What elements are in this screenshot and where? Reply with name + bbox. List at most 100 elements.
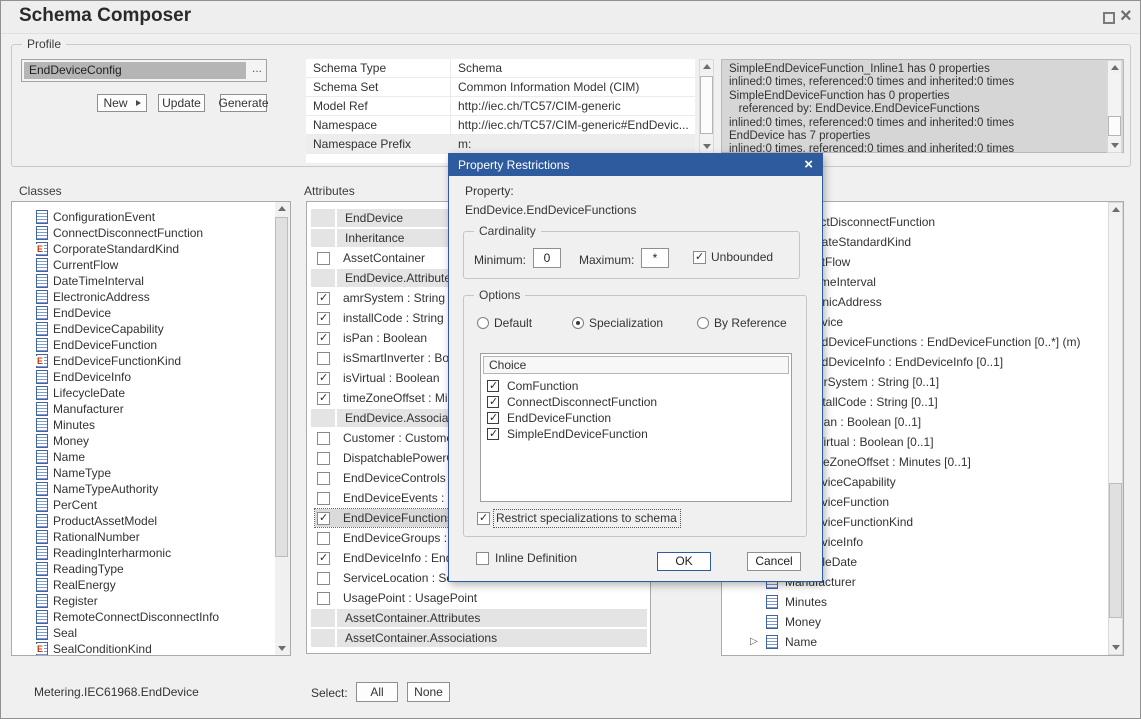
unbounded-checkbox[interactable] — [693, 251, 706, 264]
class-list-item[interactable]: NameType — [36, 465, 111, 481]
attribute-checkbox[interactable] — [317, 392, 330, 405]
class-list-item[interactable]: EndDeviceFunctionKind — [36, 353, 181, 369]
class-list-item[interactable]: SealConditionKind — [36, 641, 152, 656]
class-list-item[interactable]: RationalNumber — [36, 529, 140, 545]
scroll-thumb[interactable] — [1109, 483, 1122, 618]
generate-button[interactable]: Generate — [220, 94, 267, 112]
class-list-item[interactable]: ConfigurationEvent — [36, 209, 155, 225]
scroll-up-icon[interactable] — [1109, 203, 1122, 216]
class-list-item[interactable]: ElectronicAddress — [36, 289, 150, 305]
expand-arrow-icon[interactable]: ▷ — [750, 636, 758, 647]
scroll-thumb[interactable] — [1108, 116, 1121, 136]
profile-name-combo[interactable]: EndDeviceConfig ... — [21, 59, 267, 82]
radio-icon[interactable] — [697, 317, 709, 329]
attribute-checkbox[interactable] — [317, 532, 330, 545]
close-icon[interactable]: × — [1120, 2, 1132, 30]
class-list-item[interactable]: PerCent — [36, 497, 97, 513]
schema-table-scrollbar[interactable] — [699, 59, 714, 154]
radio-icon[interactable] — [477, 317, 489, 329]
class-list-item[interactable]: EndDeviceCapability — [36, 321, 164, 337]
class-list-item[interactable]: Register — [36, 593, 98, 609]
scroll-down-icon[interactable] — [700, 140, 713, 153]
select-none-button[interactable]: None — [407, 682, 450, 702]
schema-table-row[interactable]: Model Refhttp://iec.ch/TC57/CIM-generic — [306, 97, 695, 116]
attribute-checkbox[interactable] — [317, 472, 330, 485]
log-scrollbar[interactable] — [1107, 60, 1122, 153]
class-list-item[interactable]: LifecycleDate — [36, 385, 125, 401]
class-list-item[interactable]: ProductAssetModel — [36, 513, 157, 529]
scroll-down-icon[interactable] — [1108, 139, 1121, 152]
class-list-item[interactable]: Money — [36, 433, 89, 449]
choice-item[interactable]: EndDeviceFunction — [487, 410, 611, 426]
tree-item[interactable]: ▷Name — [722, 632, 1107, 652]
class-list-item[interactable]: RemoteConnectDisconnectInfo — [36, 609, 219, 625]
minimum-input[interactable] — [533, 248, 561, 268]
schema-table-row[interactable]: Schema TypeSchema — [306, 59, 695, 78]
choice-checkbox[interactable] — [487, 412, 499, 424]
choice-item[interactable]: SimpleEndDeviceFunction — [487, 426, 648, 442]
dialog-title-bar[interactable]: Property Restrictions × — [449, 154, 822, 176]
scroll-up-icon[interactable] — [1108, 61, 1121, 74]
radio-icon[interactable] — [572, 317, 584, 329]
update-button[interactable]: Update — [158, 94, 205, 112]
attribute-checkbox[interactable] — [317, 332, 330, 345]
attribute-checkbox[interactable] — [317, 592, 330, 605]
choice-item[interactable]: ComFunction — [487, 378, 578, 394]
option-radio-by-reference[interactable]: By Reference — [697, 316, 787, 330]
class-list-item[interactable]: NameTypeAuthority — [36, 481, 158, 497]
scroll-thumb[interactable] — [700, 76, 713, 134]
option-radio-specialization[interactable]: Specialization — [572, 316, 663, 330]
classes-scrollbar[interactable] — [275, 202, 290, 655]
class-list-item[interactable]: EndDevice — [36, 305, 111, 321]
maximize-icon[interactable] — [1103, 12, 1115, 24]
class-list-item[interactable]: ConnectDisconnectFunction — [36, 225, 203, 241]
scroll-thumb[interactable] — [275, 217, 288, 557]
scroll-up-icon[interactable] — [275, 202, 288, 215]
dialog-close-icon[interactable]: × — [804, 154, 813, 176]
cancel-button[interactable]: Cancel — [747, 552, 801, 571]
class-list-item[interactable]: ReadingInterharmonic — [36, 545, 171, 561]
class-list-item[interactable]: CorporateStandardKind — [36, 241, 179, 257]
choice-checkbox[interactable] — [487, 428, 499, 440]
class-list-item[interactable]: Manufacturer — [36, 401, 124, 417]
scroll-down-icon[interactable] — [275, 642, 288, 655]
select-all-button[interactable]: All — [356, 682, 398, 702]
tree-scrollbar[interactable] — [1108, 202, 1123, 655]
attribute-checkbox[interactable] — [317, 352, 330, 365]
attribute-checkbox[interactable] — [317, 252, 330, 265]
schema-table-row[interactable]: Schema SetCommon Information Model (CIM) — [306, 78, 695, 97]
class-list-item[interactable]: EndDeviceInfo — [36, 369, 131, 385]
inline-definition-checkbox[interactable] — [476, 552, 489, 565]
choice-checkbox[interactable] — [487, 396, 499, 408]
class-list-item[interactable]: CurrentFlow — [36, 257, 118, 273]
new-button[interactable]: New — [97, 94, 147, 112]
choice-item[interactable]: ConnectDisconnectFunction — [487, 394, 657, 410]
class-list-item[interactable]: RealEnergy — [36, 577, 116, 593]
attribute-checkbox[interactable] — [317, 372, 330, 385]
restrict-checkbox[interactable] — [477, 512, 490, 525]
class-list-item[interactable]: DateTimeInterval — [36, 273, 144, 289]
schema-table-row[interactable]: Namespace Prefixm: — [306, 135, 695, 154]
attribute-checkbox[interactable] — [317, 492, 330, 505]
class-list-item[interactable]: ReadingType — [36, 561, 124, 577]
attribute-checkbox[interactable] — [317, 572, 330, 585]
tree-item[interactable]: ▷NameType — [722, 652, 1107, 656]
attribute-checkbox[interactable] — [317, 432, 330, 445]
attribute-checkbox[interactable] — [317, 512, 330, 525]
ok-button[interactable]: OK — [657, 552, 711, 571]
class-list-item[interactable]: Seal — [36, 625, 77, 641]
browse-button[interactable]: ... — [248, 60, 266, 81]
schema-table-row[interactable]: Namespacehttp://iec.ch/TC57/CIM-generic#… — [306, 116, 695, 135]
tree-item[interactable]: Money — [722, 612, 1107, 632]
class-list-item[interactable]: Minutes — [36, 417, 95, 433]
scroll-up-icon[interactable] — [700, 60, 713, 73]
class-list-item[interactable]: Name — [36, 449, 85, 465]
attribute-checkbox[interactable] — [317, 552, 330, 565]
scroll-down-icon[interactable] — [1109, 641, 1122, 654]
attribute-row[interactable]: UsagePoint : UsagePoint — [315, 589, 647, 607]
class-list-item[interactable]: EndDeviceFunction — [36, 337, 157, 353]
attribute-checkbox[interactable] — [317, 312, 330, 325]
option-radio-default[interactable]: Default — [477, 316, 532, 330]
attribute-checkbox[interactable] — [317, 452, 330, 465]
attribute-checkbox[interactable] — [317, 292, 330, 305]
